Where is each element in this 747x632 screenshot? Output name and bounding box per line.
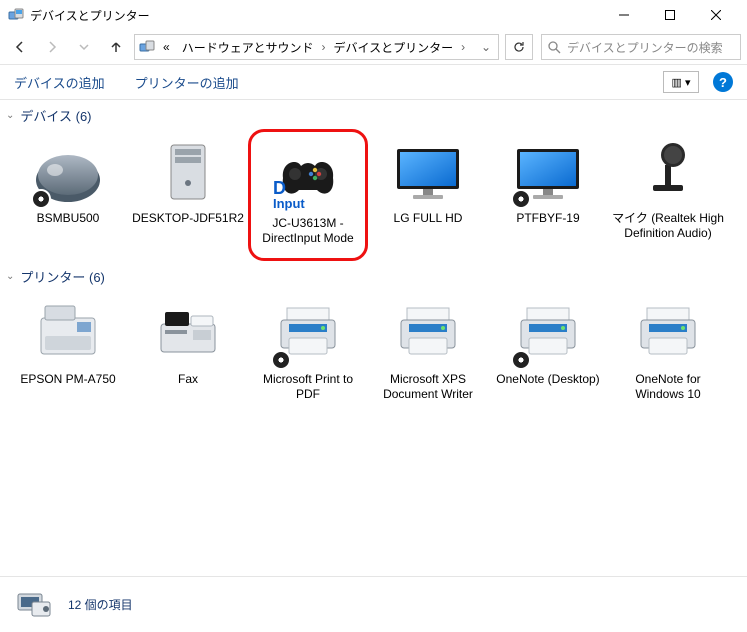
device-item[interactable]: マイク (Realtek High Definition Audio) — [608, 129, 728, 261]
device-item[interactable]: Fax — [128, 290, 248, 408]
breadcrumb-item[interactable]: デバイスとプリンター — [329, 37, 457, 58]
item-label: Fax — [178, 372, 198, 387]
chevron-down-icon: ⌄ — [6, 271, 14, 282]
fax-icon — [143, 296, 233, 368]
search-icon — [548, 41, 561, 54]
add-device-button[interactable]: デバイスの追加 — [14, 73, 105, 92]
item-label: OneNote (Desktop) — [496, 372, 599, 387]
group-title: プリンター (6) — [20, 267, 105, 286]
add-printer-button[interactable]: プリンターの追加 — [135, 73, 239, 92]
status-bar: 12 個の項目 — [0, 576, 747, 632]
address-bar[interactable]: « ハードウェアとサウンド › デバイスとプリンター › ⌄ — [134, 34, 499, 60]
chevron-down-icon: ⌄ — [6, 110, 14, 121]
monitor-icon — [383, 135, 473, 207]
item-label: PTFBYF-19 — [516, 211, 579, 226]
status-text: 12 個の項目 — [68, 596, 133, 613]
search-input[interactable]: デバイスとプリンターの検索 — [541, 34, 741, 60]
close-button[interactable] — [693, 0, 739, 30]
chevron-right-icon[interactable]: › — [461, 40, 465, 54]
item-label: OneNote for Windows 10 — [612, 372, 724, 402]
mfp-icon — [23, 296, 113, 368]
clock-badge-icon — [31, 189, 51, 209]
content-area: ⌄ デバイス (6) BSMBU500 DESKTOP-JDF51R2 DInpu… — [0, 100, 747, 576]
clock-badge-icon — [511, 350, 531, 370]
item-label: Microsoft XPS Document Writer — [372, 372, 484, 402]
group-header[interactable]: ⌄ プリンター (6) — [0, 261, 747, 290]
title-bar: デバイスとプリンター — [0, 0, 747, 30]
device-item[interactable]: EPSON PM-A750 — [8, 290, 128, 408]
item-label: JC-U3613M - DirectInput Mode — [255, 216, 361, 246]
printer-icon — [383, 296, 473, 368]
maximize-button[interactable] — [647, 0, 693, 30]
printer-icon — [623, 296, 713, 368]
clock-badge-icon — [511, 189, 531, 209]
clock-badge-icon — [271, 350, 291, 370]
printer-icon — [503, 296, 593, 368]
help-button[interactable]: ? — [713, 72, 733, 92]
chevron-right-icon[interactable]: › — [321, 40, 325, 54]
forward-button[interactable] — [38, 33, 66, 61]
mic-icon — [623, 135, 713, 207]
device-item[interactable]: OneNote for Windows 10 — [608, 290, 728, 408]
monitor-icon — [503, 135, 593, 207]
breadcrumb-prefix: « — [159, 38, 174, 56]
items-row: EPSON PM-A750 Fax Microsoft Print to PDF… — [0, 290, 747, 408]
item-label: EPSON PM-A750 — [20, 372, 115, 387]
breadcrumb-item[interactable]: ハードウェアとサウンド — [178, 37, 318, 58]
item-label: LG FULL HD — [394, 211, 463, 226]
minimize-button[interactable] — [601, 0, 647, 30]
address-dropdown-button[interactable]: ⌄ — [478, 40, 494, 54]
device-item[interactable]: OneNote (Desktop) — [488, 290, 608, 408]
device-item[interactable]: Microsoft Print to PDF — [248, 290, 368, 408]
device-item[interactable]: DESKTOP-JDF51R2 — [128, 129, 248, 261]
nav-bar: « ハードウェアとサウンド › デバイスとプリンター › ⌄ デバイスとプリンタ… — [0, 30, 747, 64]
device-item[interactable]: PTFBYF-19 — [488, 129, 608, 261]
devices-printers-icon — [8, 7, 24, 23]
group-header[interactable]: ⌄ デバイス (6) — [0, 100, 747, 129]
device-item[interactable]: DInput JC-U3613M - DirectInput Mode — [248, 129, 368, 261]
window-controls — [601, 0, 739, 30]
item-label: BSMBU500 — [37, 211, 100, 226]
view-options-button[interactable]: ▥ ▾ — [663, 71, 699, 93]
up-button[interactable] — [102, 33, 130, 61]
overlay-label: DInput — [273, 179, 305, 210]
devices-printers-icon — [139, 39, 155, 55]
gamepad-icon: DInput — [263, 140, 353, 212]
status-icon — [14, 588, 54, 622]
item-label: マイク (Realtek High Definition Audio) — [612, 211, 724, 241]
item-label: DESKTOP-JDF51R2 — [132, 211, 244, 226]
group-title: デバイス (6) — [20, 106, 91, 125]
mouse-icon — [23, 135, 113, 207]
command-bar: デバイスの追加 プリンターの追加 ▥ ▾ ? — [0, 64, 747, 100]
item-label: Microsoft Print to PDF — [252, 372, 364, 402]
recent-locations-button[interactable] — [70, 33, 98, 61]
pc-icon — [143, 135, 233, 207]
device-item[interactable]: BSMBU500 — [8, 129, 128, 261]
device-item[interactable]: LG FULL HD — [368, 129, 488, 261]
device-item[interactable]: Microsoft XPS Document Writer — [368, 290, 488, 408]
refresh-button[interactable] — [505, 34, 533, 60]
back-button[interactable] — [6, 33, 34, 61]
window-title: デバイスとプリンター — [30, 7, 601, 24]
items-row: BSMBU500 DESKTOP-JDF51R2 DInput JC-U3613… — [0, 129, 747, 261]
search-placeholder: デバイスとプリンターの検索 — [567, 39, 723, 56]
printer-icon — [263, 296, 353, 368]
